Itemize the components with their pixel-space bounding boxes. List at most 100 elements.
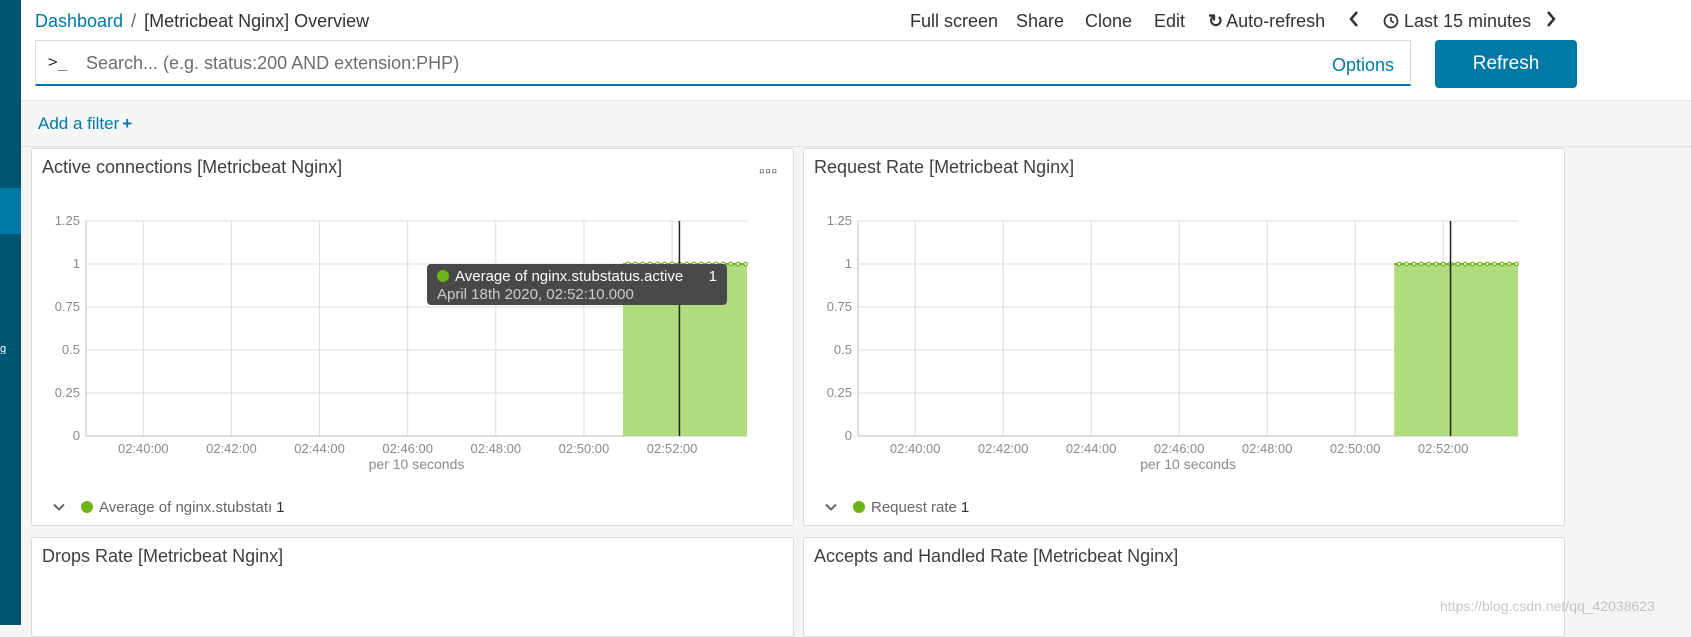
- time-picker-button[interactable]: Last 15 minutes: [1383, 10, 1531, 32]
- chevron-left-icon: [1349, 11, 1358, 27]
- time-next-button[interactable]: [1545, 10, 1557, 33]
- data-point: [1396, 261, 1402, 267]
- time-range-label: Last 15 minutes: [1404, 11, 1532, 31]
- edit-button[interactable]: Edit: [1154, 10, 1185, 32]
- chart-tooltip: Average of nginx.stubstatus.active 1 Apr…: [427, 264, 727, 305]
- plus-icon: +: [122, 114, 133, 133]
- x-axis-label: per 10 seconds: [1140, 456, 1236, 472]
- panel-title: Request Rate [Metricbeat Nginx]: [814, 157, 1075, 177]
- x-tick-label: 02:46:00: [1154, 441, 1205, 456]
- legend-series-label[interactable]: Request rate: [871, 499, 957, 516]
- refresh-button[interactable]: Refresh: [1435, 40, 1577, 88]
- side-nav: g: [0, 0, 21, 625]
- y-tick-label: 0.75: [827, 299, 852, 314]
- y-tick-label: 1: [845, 256, 852, 271]
- data-point: [1411, 261, 1417, 267]
- y-tick-label: 0.25: [827, 385, 852, 400]
- clone-button[interactable]: Clone: [1085, 10, 1132, 32]
- x-tick-label: 02:48:00: [471, 441, 522, 456]
- tooltip-value: 1: [708, 268, 717, 285]
- share-button[interactable]: Share: [1016, 10, 1064, 32]
- auto-refresh-label: Auto-refresh: [1226, 11, 1326, 31]
- legend-series-value: 1: [276, 499, 285, 516]
- x-tick-label: 02:44:00: [1066, 441, 1117, 456]
- x-tick-label: 02:46:00: [382, 441, 433, 456]
- tooltip-series-label: Average of nginx.stubstatus.active: [455, 268, 684, 285]
- data-point: [1514, 261, 1519, 267]
- y-tick-label: 0: [73, 428, 80, 443]
- data-point: [1499, 261, 1505, 267]
- x-tick-label: 02:50:00: [559, 441, 610, 456]
- chevron-right-icon: [1547, 11, 1556, 27]
- data-point: [1477, 261, 1483, 267]
- x-tick-label: 02:50:00: [1330, 441, 1381, 456]
- x-tick-label: 02:52:00: [647, 441, 698, 456]
- data-point: [1492, 261, 1497, 267]
- x-tick-label: 02:42:00: [206, 441, 257, 456]
- chart-active-connections: 0 0.25 0.5 0.75 1 1.25 02:40:00 02:42:00 02:44:0…: [55, 213, 748, 472]
- y-tick-label: 0.75: [55, 299, 80, 314]
- y-tick-label: 0.5: [62, 342, 80, 357]
- panel-title: Active connections [Metricbeat Nginx]: [42, 157, 343, 177]
- x-tick-label: 02:44:00: [294, 441, 345, 456]
- data-point: [1506, 261, 1512, 267]
- x-axis-label: per 10 seconds: [369, 456, 465, 472]
- chevron-down-icon[interactable]: [53, 499, 65, 516]
- x-tick-label: 02:52:00: [1418, 441, 1469, 456]
- data-point: [1484, 261, 1490, 267]
- auto-refresh-button[interactable]: ↻ Auto-refresh: [1208, 10, 1325, 32]
- side-nav-glyph: g: [0, 344, 6, 354]
- panel-accepts-handled-rate: Accepts and Handled Rate [Metricbeat Ngi…: [803, 537, 1565, 637]
- panel-title: Accepts and Handled Rate [Metricbeat Ngi…: [814, 546, 1179, 566]
- legend-series-value: 1: [960, 499, 970, 516]
- watermark: https://blog.csdn.net/qq_42038623: [1440, 598, 1655, 614]
- refresh-icon: ↻: [1208, 11, 1224, 31]
- series-area: [1394, 264, 1518, 436]
- data-point: [743, 261, 748, 267]
- x-tick-label: 02:42:00: [978, 441, 1029, 456]
- chart-legend: Request rate 1: [825, 499, 969, 516]
- chart-request-rate: 0 0.25 0.5 0.75 1 1.25 02:40:00 02:42:00 02:44:0…: [827, 213, 1519, 472]
- ellipsis-icon[interactable]: ▫▫▫: [759, 163, 778, 180]
- query-options-link[interactable]: Options: [1332, 55, 1394, 76]
- panel-request-rate: Request Rate [Metricbeat Nginx] 0 0.25 0.5…: [803, 148, 1565, 526]
- data-point: [1455, 261, 1461, 267]
- x-tick-label: 02:40:00: [118, 441, 169, 456]
- data-point: [1418, 261, 1424, 267]
- legend-color-dot: [81, 501, 93, 513]
- query-prompt-icon: >_: [48, 52, 68, 71]
- top-bar: Dashboard / [Metricbeat Nginx] Overview Fu…: [21, 0, 1691, 101]
- clock-icon: [1383, 13, 1399, 29]
- tooltip-color-dot: [437, 270, 449, 282]
- data-point: [1404, 261, 1409, 267]
- filter-bar: Add a filter +: [21, 101, 1691, 147]
- y-tick-label: 0.5: [834, 342, 852, 357]
- tooltip-time: April 18th 2020, 02:52:10.000: [437, 286, 634, 303]
- data-point: [728, 261, 734, 267]
- add-filter-label: Add a filter: [38, 114, 120, 133]
- data-point: [1426, 261, 1431, 267]
- data-point: [1433, 261, 1439, 267]
- y-tick-label: 0: [845, 428, 852, 443]
- add-filter-button[interactable]: Add a filter +: [38, 114, 132, 134]
- y-tick-label: 0.25: [55, 385, 80, 400]
- query-bar: >_ Options: [35, 40, 1411, 86]
- legend-color-dot: [853, 501, 865, 513]
- panel-active-connections: Active connections [Metricbeat Nginx] ▫▫…: [31, 148, 794, 526]
- y-tick-label: 1.25: [827, 213, 852, 228]
- y-tick-label: 1: [73, 256, 80, 271]
- legend-series-label[interactable]: Average of nginx.stubstatı: [99, 499, 272, 516]
- data-point: [1462, 261, 1468, 267]
- panel-title: Drops Rate [Metricbeat Nginx]: [42, 546, 284, 566]
- y-tick-label: 1.25: [55, 213, 80, 228]
- data-point: [735, 261, 741, 267]
- chart-legend: Average of nginx.stubstatı 1: [53, 499, 285, 516]
- search-input[interactable]: [84, 49, 1288, 77]
- time-prev-button[interactable]: [1348, 10, 1360, 33]
- panel-drops-rate: Drops Rate [Metricbeat Nginx]: [31, 537, 794, 637]
- chevron-down-icon[interactable]: [825, 499, 837, 516]
- side-nav-active-item[interactable]: [0, 188, 21, 234]
- full-screen-button[interactable]: Full screen: [910, 10, 998, 32]
- x-tick-label: 02:40:00: [890, 441, 941, 456]
- x-tick-label: 02:48:00: [1242, 441, 1293, 456]
